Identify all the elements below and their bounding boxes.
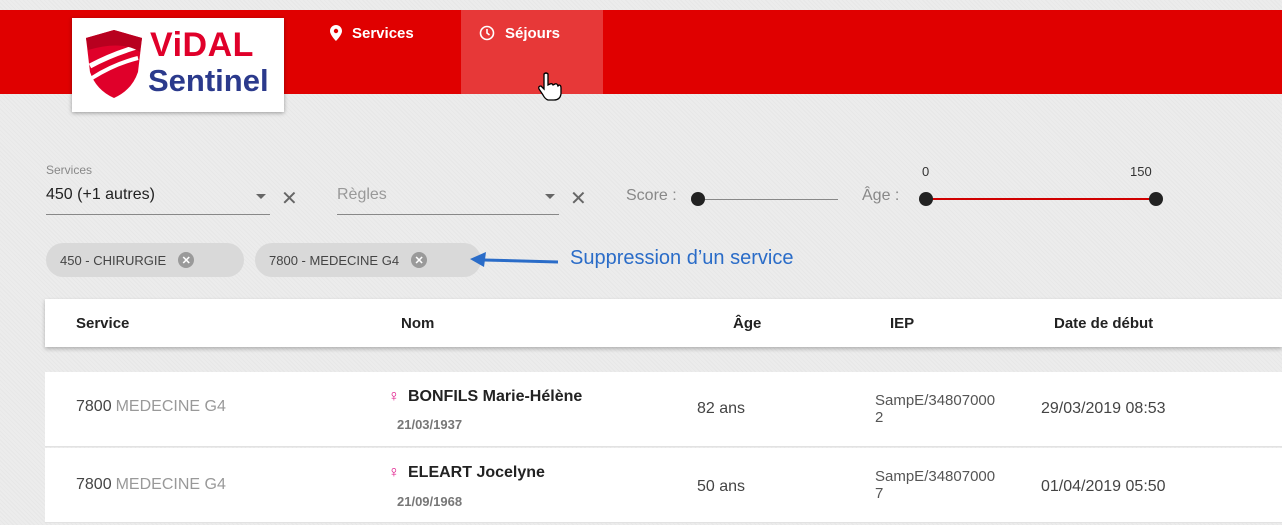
column-header-age[interactable]: Âge (733, 315, 761, 332)
service-cell: 7800 MEDECINE G4 (76, 476, 226, 494)
column-header-iep[interactable]: IEP (890, 315, 914, 332)
score-label: Score : (626, 187, 677, 204)
clear-services-icon[interactable]: ✕ (281, 186, 298, 211)
iep-line-2: 7 (875, 485, 884, 502)
service-chip: 7800 - MEDECINE G4 ✕ (255, 243, 481, 277)
start-date-cell: 29/03/2019 08:53 (1041, 400, 1166, 417)
service-chip: 450 - CHIRURGIE ✕ (46, 243, 244, 277)
map-marker-icon (330, 25, 342, 41)
table-header: Service Nom Âge IEP Date de début (45, 299, 1282, 347)
regles-placeholder: Règles (337, 186, 387, 203)
logo-text-vidal: ViDAL (150, 26, 254, 64)
patient-name: BONFILS Marie-Hélène (408, 388, 583, 405)
table-row[interactable]: 7800 MEDECINE G4 ♀ BONFILS Marie-Hélène 21… (45, 372, 1282, 447)
services-select[interactable]: 450 (+1 autres) (46, 182, 270, 215)
service-name: MEDECINE G4 (115, 476, 226, 493)
service-code: 7800 (76, 398, 112, 415)
age-cell: 82 ans (697, 400, 746, 417)
chip-label: 7800 - MEDECINE G4 (269, 252, 400, 268)
patient-name: ELEART Jocelyne (408, 464, 545, 481)
nav-services-label: Services (352, 24, 414, 42)
iep-cell: SampE/34807000 7 (875, 468, 1035, 502)
age-slider-track[interactable] (926, 198, 1156, 200)
logo-text-sentinel: Sentinel (148, 63, 269, 98)
clock-icon (479, 25, 495, 41)
remove-chip-icon[interactable]: ✕ (411, 252, 428, 268)
age-cell: 50 ans (697, 478, 746, 495)
service-name: MEDECINE G4 (115, 398, 226, 415)
iep-line-2: 2 (875, 409, 884, 426)
vidal-sentinel-logo[interactable]: ViDAL Sentinel (72, 18, 284, 112)
shield-logo-icon (86, 30, 142, 98)
table-row[interactable]: 7800 MEDECINE G4 ♀ ELEART Jocelyne 21/09/1… (45, 448, 1282, 523)
column-header-nom[interactable]: Nom (401, 315, 434, 332)
age-max-value: 150 (1130, 164, 1152, 179)
score-slider-handle[interactable] (691, 192, 705, 206)
services-select-value: 450 (+1 autres) (46, 186, 155, 203)
service-cell: 7800 MEDECINE G4 (76, 398, 226, 416)
start-date-cell: 01/04/2019 05:50 (1041, 478, 1166, 495)
female-icon: ♀ (388, 464, 400, 481)
iep-line-1: SampE/34807000 (875, 392, 996, 409)
patient-dob: 21/03/1937 (397, 417, 463, 432)
annotation-arrow-icon (470, 252, 559, 267)
iep-cell: SampE/34807000 2 (875, 392, 1035, 426)
patient-name-cell: ♀ BONFILS Marie-Hélène (388, 388, 582, 406)
nav-services[interactable]: Services (310, 10, 428, 94)
nav-sejours[interactable]: Séjours (461, 10, 603, 94)
chevron-down-icon (545, 194, 555, 199)
age-slider-max-handle[interactable] (1149, 192, 1163, 206)
age-min-value: 0 (922, 164, 930, 179)
annotation-text: Suppression d’un service (570, 247, 794, 269)
nav-sejours-label: Séjours (505, 24, 561, 42)
hand-cursor-icon (538, 72, 562, 101)
column-header-service[interactable]: Service (76, 315, 129, 332)
iep-line-1: SampE/34807000 (875, 468, 996, 485)
patient-name-cell: ♀ ELEART Jocelyne (388, 464, 545, 482)
chevron-down-icon (256, 194, 266, 199)
services-field-label: Services (46, 163, 93, 177)
patient-dob: 21/09/1968 (397, 494, 463, 509)
chip-label: 450 - CHIRURGIE (60, 252, 167, 268)
score-slider-track[interactable] (698, 199, 838, 200)
remove-chip-icon[interactable]: ✕ (178, 252, 195, 268)
age-slider-min-handle[interactable] (919, 192, 933, 206)
service-code: 7800 (76, 476, 112, 493)
clear-regles-icon[interactable]: ✕ (570, 186, 587, 211)
female-icon: ♀ (388, 388, 400, 405)
regles-select[interactable]: Règles (337, 182, 559, 215)
column-header-date-debut[interactable]: Date de début (1054, 315, 1153, 332)
age-label: Âge : (862, 187, 900, 204)
